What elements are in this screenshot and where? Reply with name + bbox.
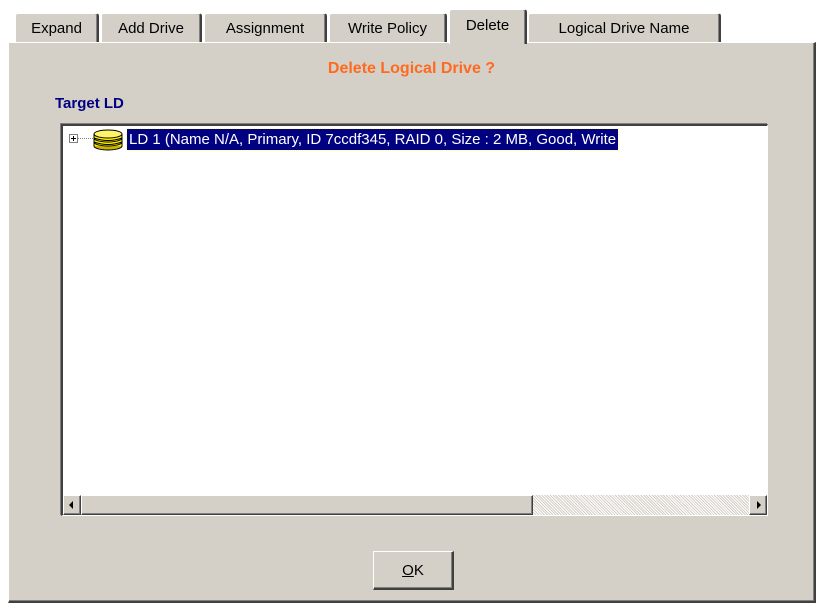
arrow-left-icon [69,501,73,509]
tab-logical-drive-name[interactable]: Logical Drive Name [528,13,721,42]
ok-button-mnemonic: O [402,561,414,579]
delete-ld-dialog: Expand Add Drive Assignment Write Policy… [0,0,821,609]
tree-item[interactable]: LD 1 (Name N/A, Primary, ID 7ccdf345, RA… [63,128,767,151]
tab-logical-drive-name-label: Logical Drive Name [558,19,690,37]
tab-add-drive[interactable]: Add Drive [101,13,202,42]
target-ld-tree[interactable]: LD 1 (Name N/A, Primary, ID 7ccdf345, RA… [61,124,768,516]
tab-add-drive-label: Add Drive [118,19,184,37]
expand-plus-icon[interactable] [69,134,78,143]
arrow-right-icon [757,501,761,509]
scroll-right-button[interactable] [749,495,767,515]
ok-button-label-rest: K [413,561,424,579]
horizontal-scrollbar[interactable] [63,495,767,515]
tab-expand-label: Expand [31,19,82,37]
tab-write-policy-label: Write Policy [348,19,427,37]
scrollbar-thumb[interactable] [81,495,533,515]
tab-delete[interactable]: Delete [449,9,527,44]
ok-button[interactable]: OK [373,551,454,590]
tab-delete-label: Delete [465,16,510,34]
panel-title: Delete Logical Drive ? [327,60,496,77]
tab-write-policy[interactable]: Write Policy [329,13,447,42]
scroll-left-button[interactable] [63,495,81,515]
tab-assignment-label: Assignment [225,19,305,37]
tree-item-label[interactable]: LD 1 (Name N/A, Primary, ID 7ccdf345, RA… [125,128,620,151]
tab-expand[interactable]: Expand [15,13,99,42]
tab-assignment[interactable]: Assignment [204,13,327,42]
disk-stack-icon [93,129,123,151]
target-ld-label: Target LD [54,95,125,112]
